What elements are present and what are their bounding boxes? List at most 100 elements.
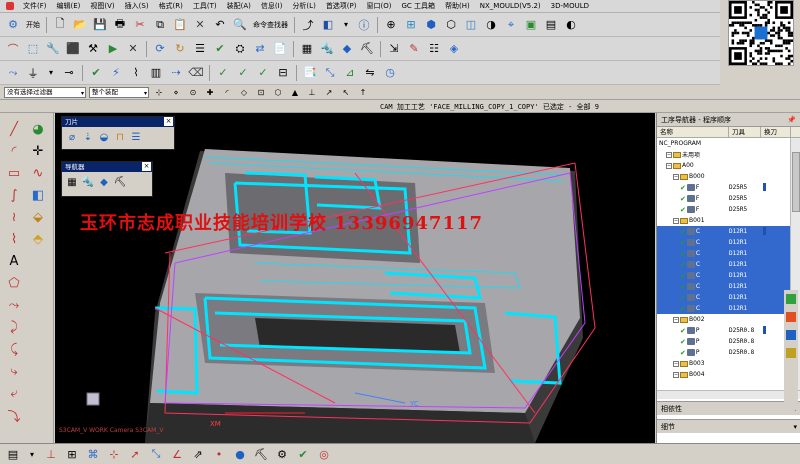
cut-icon[interactable]: ✂: [131, 16, 149, 34]
point-icon[interactable]: •: [210, 445, 228, 463]
verify-path-icon[interactable]: ✔: [211, 40, 229, 58]
tool-path-delete-icon[interactable]: ⌫: [187, 64, 205, 82]
group-row[interactable]: − B002: [657, 314, 791, 325]
panel-title[interactable]: 刀片 ×: [62, 117, 174, 127]
ok-check-icon[interactable]: ✔: [87, 64, 105, 82]
measure-icon[interactable]: ⤡: [321, 64, 339, 82]
bridge-curve-icon[interactable]: ⤳: [4, 295, 24, 315]
network-icon[interactable]: ⌘: [84, 445, 102, 463]
layer-settings-icon[interactable]: ▤: [4, 445, 22, 463]
line-icon[interactable]: ╱: [4, 119, 24, 139]
command-finder-button[interactable]: 命令查找器: [251, 20, 290, 30]
operation-row[interactable]: ✔ C D12R1: [657, 270, 791, 281]
paste-icon[interactable]: 📋: [171, 16, 189, 34]
replay-path-icon[interactable]: ↻: [171, 40, 189, 58]
show-hide-icon[interactable]: ◐: [562, 16, 580, 34]
palette-icon[interactable]: [786, 294, 796, 304]
undo-icon[interactable]: ↶: [211, 16, 229, 34]
menu-window[interactable]: 窗口(O): [364, 1, 395, 11]
roles-icon[interactable]: [786, 330, 796, 340]
menu-format[interactable]: 格式(R): [156, 1, 186, 11]
arrow-icon[interactable]: ➚: [126, 445, 144, 463]
group-row[interactable]: − B001: [657, 215, 791, 226]
start-icon[interactable]: ⚙: [4, 16, 22, 34]
menu-nx-mould[interactable]: NX_MOULD(V5.2): [477, 2, 544, 10]
operation-row[interactable]: ✔ C D12R1: [657, 303, 791, 314]
compare-icon[interactable]: ⇋: [361, 64, 379, 82]
delete-icon[interactable]: ✕: [191, 16, 209, 34]
time-icon[interactable]: ◷: [381, 64, 399, 82]
dependencies-section[interactable]: 相依性 ▾: [657, 401, 800, 415]
ball-mill-icon[interactable]: ◒: [97, 130, 111, 144]
measure-angle-icon[interactable]: ∠: [168, 445, 186, 463]
tool-icon[interactable]: ⛏: [252, 445, 270, 463]
scrollbar-thumb[interactable]: [792, 152, 800, 212]
operation-row[interactable]: ✔ C D12R1: [657, 281, 791, 292]
z-axis-icon[interactable]: ↑: [356, 84, 370, 102]
details-section[interactable]: 细节 ▾: [657, 419, 800, 433]
create-program-icon[interactable]: ⬚: [24, 40, 42, 58]
object-display-icon[interactable]: ✎: [405, 40, 423, 58]
expand-collapse-icon[interactable]: −: [666, 162, 672, 169]
shop-doc-icon[interactable]: 📄: [271, 40, 289, 58]
regen-icon[interactable]: ⚡: [107, 64, 125, 82]
info-icon[interactable]: ⓘ: [355, 16, 373, 34]
grid-icon[interactable]: ⊞: [63, 445, 81, 463]
spline-icon[interactable]: ∫: [4, 185, 24, 205]
generate-path-icon[interactable]: ⟳: [151, 40, 169, 58]
snap-icon[interactable]: ⊡: [254, 84, 268, 102]
divide-curve-icon[interactable]: ⤶: [4, 383, 24, 403]
half-circle-icon[interactable]: ◑: [482, 16, 500, 34]
menu-file[interactable]: 文件(F): [20, 1, 50, 11]
method-view-icon[interactable]: ⛏: [113, 175, 127, 189]
wcs-orient-icon[interactable]: ⊥: [42, 445, 60, 463]
wireframe-icon[interactable]: ⬡: [442, 16, 460, 34]
menu-gc-toolkit[interactable]: GC 工具箱: [398, 1, 438, 11]
filter-icon[interactable]: ⏚: [24, 64, 42, 82]
point-snap-icon[interactable]: ⊹: [105, 445, 123, 463]
operation-row[interactable]: ✔ C D12R1: [657, 226, 791, 237]
copy-icon[interactable]: ⧉: [151, 16, 169, 34]
method-view-icon[interactable]: ⛏: [358, 40, 376, 58]
target-icon[interactable]: ◎: [315, 445, 333, 463]
program-order-view-icon[interactable]: ▦: [65, 175, 79, 189]
menu-3d-mould[interactable]: 3D-MOULD: [548, 2, 592, 10]
type-filter-select[interactable]: 没有选择过滤器 ▾: [4, 87, 86, 98]
expand-collapse-icon[interactable]: −: [673, 316, 679, 323]
project-icon[interactable]: ⬙: [28, 207, 48, 227]
snap-center-icon[interactable]: ⊙: [186, 84, 200, 102]
print-icon[interactable]: 🖶: [111, 16, 129, 34]
feedback-icon[interactable]: ◈: [445, 40, 463, 58]
geometry-view-icon[interactable]: ◆: [97, 175, 111, 189]
snap-point-icon[interactable]: ✚: [203, 84, 217, 102]
display-toolpath-icon[interactable]: ⤳: [4, 64, 22, 82]
postprocess-icon[interactable]: ⇄: [251, 40, 269, 58]
save-icon[interactable]: 💾: [91, 16, 109, 34]
check-gouge-icon[interactable]: ✓: [214, 64, 232, 82]
machine-tool-view-icon[interactable]: 🔩: [318, 40, 336, 58]
sphere-icon[interactable]: ●: [231, 445, 249, 463]
graphics-viewport[interactable]: XM YC 玉环市志成职业技能培训学校 13396947117 S3CAM_V …: [55, 113, 655, 443]
operation-row[interactable]: ✔ P D25R0.8: [657, 347, 791, 358]
close-icon[interactable]: ×: [164, 117, 173, 126]
gear-icon[interactable]: ⚙: [273, 445, 291, 463]
menu-help[interactable]: 帮助(H): [442, 1, 473, 11]
measure-distance-icon[interactable]: ⤡: [147, 445, 165, 463]
cut-region-icon[interactable]: ⊿: [341, 64, 359, 82]
snap-end-icon[interactable]: ⊹: [152, 84, 166, 102]
close-icon[interactable]: ×: [142, 162, 151, 171]
transform-icon[interactable]: ⇲: [385, 40, 403, 58]
cancel-icon[interactable]: ✕: [124, 40, 142, 58]
expand-collapse-icon[interactable]: −: [666, 151, 672, 158]
box-icon[interactable]: ◧: [28, 185, 48, 205]
report-icon[interactable]: 📑: [301, 64, 319, 82]
create-operation-icon[interactable]: ▶: [104, 40, 122, 58]
curve-icon[interactable]: ∿: [28, 163, 48, 183]
join-curve-icon[interactable]: ⤸: [4, 317, 24, 337]
feeds-icon[interactable]: ▥: [147, 64, 165, 82]
menu-preferences[interactable]: 首选项(P): [323, 1, 360, 11]
group-row[interactable]: − B004: [657, 369, 791, 380]
tool-holder-icon[interactable]: ⊓: [113, 130, 127, 144]
new-file-icon[interactable]: 🗋: [51, 16, 69, 34]
helix-icon[interactable]: ⌇: [4, 229, 24, 249]
